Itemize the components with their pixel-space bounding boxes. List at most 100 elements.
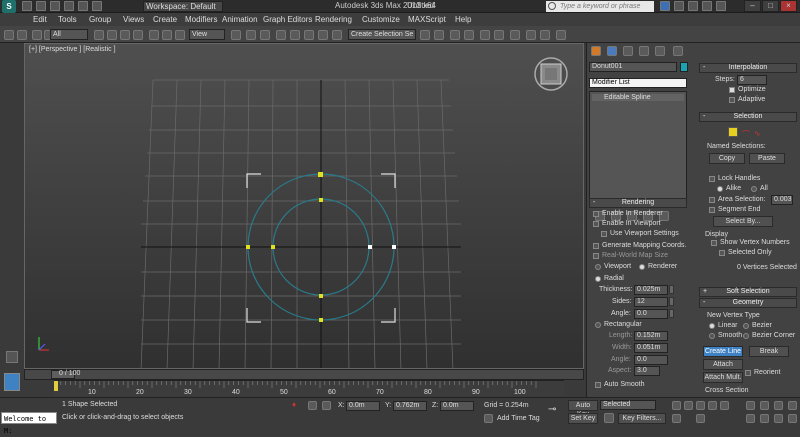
minimize-icon[interactable]: –: [744, 0, 761, 12]
angle2-field[interactable]: 0.0: [634, 355, 668, 365]
auto-smooth-checkbox[interactable]: [595, 382, 601, 388]
link-icon[interactable]: [32, 30, 42, 40]
rectangular-radio[interactable]: [595, 322, 601, 328]
key-filters-icon[interactable]: [604, 413, 614, 423]
create-tab-icon[interactable]: [591, 46, 601, 56]
spline-mode-icon[interactable]: ∿: [754, 129, 761, 138]
modifier-list-select[interactable]: Modifier List: [589, 78, 687, 88]
selected-only-checkbox[interactable]: [719, 250, 725, 256]
adaptive-checkbox[interactable]: [729, 97, 735, 103]
viewport-layout-icon[interactable]: [6, 351, 18, 363]
isolate-selection-icon[interactable]: ♦: [292, 400, 300, 410]
motion-tab-icon[interactable]: [639, 46, 649, 56]
field-of-view-icon[interactable]: [746, 414, 755, 423]
copy-button[interactable]: Copy: [709, 153, 745, 164]
rendering-rollout-header[interactable]: - Rendering: [589, 198, 687, 208]
window-crossing-icon[interactable]: [133, 30, 143, 40]
add-time-tag[interactable]: Add Time Tag: [497, 415, 540, 422]
soft-selection-rollout-header[interactable]: + Soft Selection: [699, 287, 797, 297]
display-tab-icon[interactable]: [655, 46, 665, 56]
viewport-radio[interactable]: [595, 264, 601, 270]
time-slider[interactable]: 0 / 100: [24, 369, 584, 380]
steps-field[interactable]: 6: [737, 75, 767, 85]
named-selection-set-select[interactable]: Create Selection Se: [348, 29, 416, 40]
sides-field[interactable]: 12: [634, 297, 668, 307]
attach-button[interactable]: Attach: [703, 359, 743, 370]
angle-snap-icon[interactable]: [290, 30, 300, 40]
selection-filter-select[interactable]: All: [50, 29, 88, 40]
maximize-icon[interactable]: □: [762, 0, 779, 12]
area-selection-field[interactable]: 0.003: [771, 195, 793, 205]
key-filters-button[interactable]: Key Filters...: [618, 413, 666, 424]
render-production-icon[interactable]: [556, 30, 566, 40]
menu-views[interactable]: Views: [123, 15, 144, 24]
layer-manager-icon[interactable]: [450, 30, 460, 40]
attach-mult-button[interactable]: Attach Mult.: [703, 372, 743, 383]
bezier-corner-radio[interactable]: [743, 333, 749, 339]
utilities-tab-icon[interactable]: [673, 46, 683, 56]
play-icon[interactable]: [696, 401, 705, 410]
percent-snap-icon[interactable]: [304, 30, 314, 40]
enable-viewport-checkbox[interactable]: [593, 221, 599, 227]
optimize-checkbox[interactable]: [729, 87, 735, 93]
pivot-center-icon[interactable]: [231, 30, 241, 40]
go-to-end-icon[interactable]: [720, 401, 729, 410]
previous-frame-icon[interactable]: [684, 401, 693, 410]
bezier-radio[interactable]: [743, 323, 749, 329]
select-manipulate-icon[interactable]: [246, 30, 256, 40]
menu-modifiers[interactable]: Modifiers: [185, 15, 217, 24]
undo-icon[interactable]: [64, 1, 74, 11]
generate-mapping-checkbox[interactable]: [593, 243, 599, 249]
aspect-field[interactable]: 3.0: [634, 366, 660, 376]
select-by-button[interactable]: Select By...: [713, 216, 773, 227]
x-coord-field[interactable]: 0.0m: [346, 401, 380, 411]
all-radio[interactable]: [751, 186, 757, 192]
close-icon[interactable]: ×: [780, 0, 797, 12]
length-field[interactable]: 0.152m: [634, 331, 668, 341]
menu-maxscript[interactable]: MAXScript: [408, 15, 446, 24]
mini-curve-editor-icon[interactable]: [4, 373, 20, 391]
menu-graph-editors[interactable]: Graph Editors: [263, 15, 312, 24]
infocenter-icon[interactable]: [660, 1, 670, 11]
modify-tab-icon[interactable]: [607, 46, 617, 56]
open-file-icon[interactable]: [36, 1, 46, 11]
menu-help[interactable]: Help: [455, 15, 471, 24]
mirror-icon[interactable]: [420, 30, 430, 40]
move-icon[interactable]: [149, 30, 159, 40]
new-file-icon[interactable]: [22, 1, 32, 11]
menu-animation[interactable]: Animation: [222, 15, 258, 24]
show-vertex-numbers-checkbox[interactable]: [711, 240, 717, 246]
maximize-viewport-icon[interactable]: [788, 414, 797, 423]
radial-radio[interactable]: [595, 276, 601, 282]
selection-rollout-header[interactable]: - Selection: [699, 112, 797, 122]
zoom-all-icon[interactable]: [760, 401, 769, 410]
workspace-select[interactable]: Workspace: Default: [143, 1, 223, 12]
app-logo-icon[interactable]: S: [2, 0, 16, 13]
redo-toolbar-icon[interactable]: [17, 30, 27, 40]
spinner-snap-icon[interactable]: [318, 30, 328, 40]
help-icon[interactable]: [716, 1, 726, 11]
curve-editor-icon[interactable]: [480, 30, 490, 40]
thickness-spinner-icon[interactable]: [669, 285, 674, 294]
redo-icon[interactable]: [78, 1, 88, 11]
keyboard-shortcut-icon[interactable]: [260, 30, 270, 40]
enable-renderer-checkbox[interactable]: [593, 211, 599, 217]
z-coord-field[interactable]: 0.0m: [440, 401, 474, 411]
area-selection-checkbox[interactable]: [709, 197, 715, 203]
select-by-name-icon[interactable]: [107, 30, 117, 40]
menu-group[interactable]: Group: [89, 15, 111, 24]
width-field[interactable]: 0.051m: [634, 343, 668, 353]
snap-toggle-icon[interactable]: [276, 30, 286, 40]
segment-mode-icon[interactable]: ⌒: [742, 129, 750, 140]
create-line-button[interactable]: Create Line: [703, 346, 743, 357]
smooth-radio[interactable]: [709, 333, 715, 339]
communication-icon[interactable]: [688, 1, 698, 11]
vertex-mode-icon[interactable]: [728, 127, 738, 137]
time-configuration-icon[interactable]: [696, 414, 705, 423]
key-mode-toggle-icon[interactable]: [672, 414, 681, 423]
object-name-field[interactable]: Donut001: [589, 62, 677, 72]
menu-tools[interactable]: Tools: [58, 15, 77, 24]
undo-toolbar-icon[interactable]: [4, 30, 14, 40]
renderer-radio[interactable]: [639, 264, 645, 270]
subscription-icon[interactable]: [674, 1, 684, 11]
